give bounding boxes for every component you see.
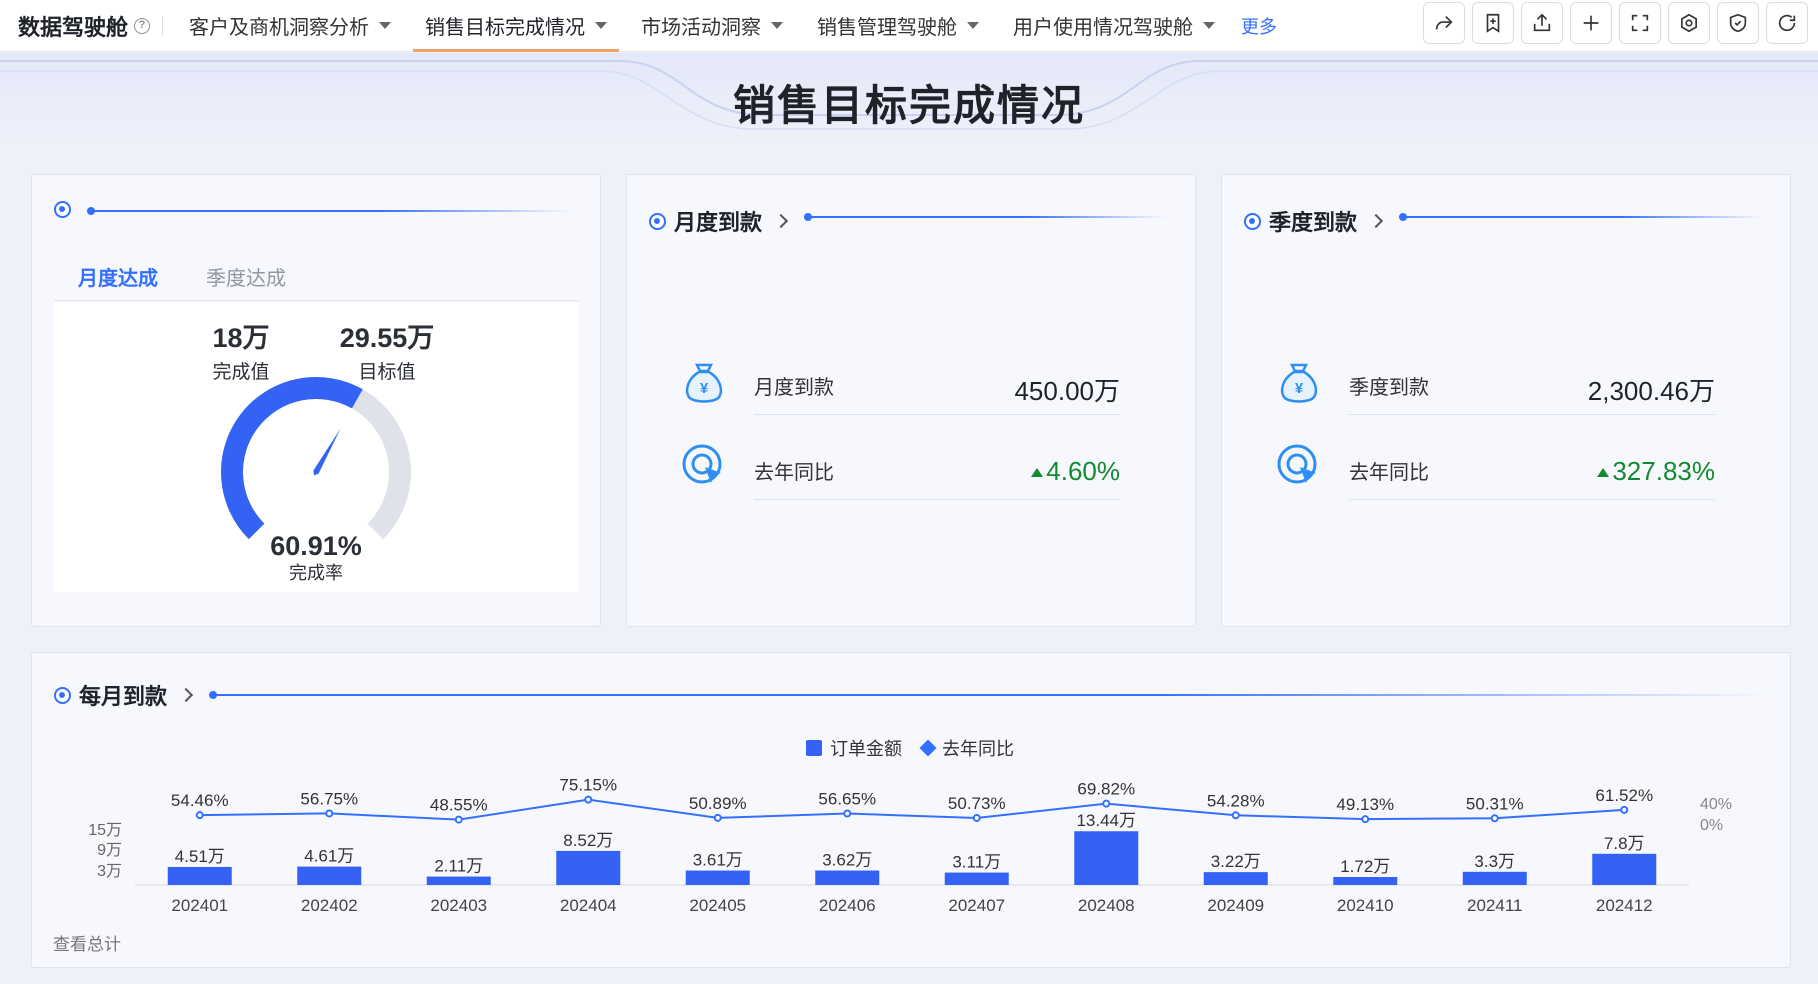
card-title: 季度到款 [1269, 210, 1358, 235]
brand: 数据驾驶舱 ? [0, 0, 151, 52]
arrow-up-icon [1031, 468, 1044, 477]
nav-more-link[interactable]: 更多 [1241, 13, 1277, 39]
card-header: 每月到款 [54, 679, 194, 711]
nav-tab-customer-insight[interactable]: 客户及商机洞察分析 [177, 0, 403, 52]
card-title: 每月到款 [79, 684, 168, 709]
nav-tab-user-usage[interactable]: 用户使用情况驾驶舱 [1001, 0, 1227, 52]
settings-icon[interactable] [1668, 2, 1710, 44]
target-icon [54, 201, 71, 218]
monthly-chart-card: 每月到款 订单金额 去年同比 [31, 652, 1791, 968]
nav-tab-marketing-insight[interactable]: 市场活动洞察 [629, 0, 795, 52]
caret-down-icon [379, 22, 392, 29]
caret-down-icon [967, 22, 980, 29]
target-icon [54, 686, 71, 704]
nav-tab-label: 销售管理驾驶舱 [817, 17, 958, 39]
card-header: 季度到款 [1244, 205, 1384, 237]
monthly-yoy-label: 去年同比 [754, 462, 834, 484]
refresh-icon[interactable] [1766, 2, 1808, 44]
gauge-area: 18万 完成值 29.55万 目标值 60.91% 完成率 [54, 302, 579, 592]
metric-divider [1349, 499, 1715, 500]
completion-rate-label: 完成率 [289, 563, 343, 583]
card-header: 月度到款 [649, 205, 789, 237]
legend-line-label[interactable]: 去年同比 [942, 735, 1014, 761]
legend-bar-swatch [806, 740, 822, 756]
quarterly-payment-card: 季度到款 ¥ 季度到款 2,300.46万 去年同比 327.83% [1221, 174, 1791, 627]
target-icon [1244, 212, 1261, 230]
monthly-yoy-number: 4.60% [1046, 456, 1120, 486]
header-line [804, 213, 1167, 221]
quarterly-amount-label: 季度到款 [1349, 377, 1429, 399]
quarterly-amount-value: 2,300.46万 [1587, 376, 1715, 406]
add-icon[interactable] [1570, 2, 1612, 44]
monthly-yoy-value: 4.60% [927, 456, 1120, 487]
gauge-needle [313, 428, 341, 476]
bookmark-icon[interactable] [1472, 2, 1514, 44]
chevron-right-icon[interactable] [773, 213, 789, 229]
toolbar [1423, 2, 1808, 44]
caret-down-icon [771, 22, 784, 29]
monthly-payment-card: 月度到款 ¥ 月度到款 450.00万 去年同比 4.60% [626, 174, 1196, 627]
legend-line-swatch [919, 739, 937, 757]
fullscreen-icon[interactable] [1619, 2, 1661, 44]
nav-divider [162, 15, 164, 36]
nav-tab-sales-cockpit[interactable]: 销售管理驾驶舱 [805, 0, 991, 52]
target-cursor-icon [1277, 444, 1317, 484]
money-bag-icon: ¥ [1280, 363, 1318, 403]
export-icon[interactable] [1521, 2, 1563, 44]
nav-tab-label: 用户使用情况驾驶舱 [1013, 17, 1194, 39]
target-icon [649, 212, 666, 230]
chevron-right-icon[interactable] [178, 687, 194, 703]
target-cursor-icon [682, 444, 722, 484]
header-line [87, 207, 570, 215]
arrow-up-icon [1597, 468, 1610, 477]
chart-legend: 订单金额 去年同比 [806, 735, 1014, 761]
monthly-amount-value: 450.00万 [1014, 376, 1120, 406]
caret-down-icon [595, 22, 608, 29]
caret-down-icon [1203, 22, 1216, 29]
gauge-fill [221, 377, 363, 540]
completion-gauge: 60.91% 完成率 [221, 377, 411, 583]
card-title: 月度到款 [674, 210, 763, 235]
header-line [1399, 213, 1762, 221]
quarterly-yoy-label: 去年同比 [1349, 462, 1429, 484]
metric-divider [754, 499, 1120, 500]
view-total-link[interactable]: 查看总计 [53, 930, 121, 955]
achievement-card: 月度达成 季度达成 18万 完成值 29.55万 目标值 60.91% 完成率 [31, 174, 601, 627]
svg-text:¥: ¥ [700, 380, 709, 397]
nav-tab-label: 销售目标完成情况 [425, 17, 586, 39]
nav-tab-label: 客户及商机洞察分析 [189, 17, 370, 39]
card-header [54, 201, 71, 218]
share-icon[interactable] [1423, 2, 1465, 44]
brand-title: 数据驾驶舱 [18, 14, 129, 40]
metric-divider [754, 414, 1120, 415]
shield-icon[interactable] [1717, 2, 1759, 44]
top-nav: 数据驾驶舱 ? 客户及商机洞察分析 销售目标完成情况 市场活动洞察 销售管理驾驶… [0, 0, 1818, 52]
chevron-right-icon[interactable] [1368, 213, 1384, 229]
completion-rate: 60.91% [270, 531, 362, 561]
nav-tab-label: 市场活动洞察 [641, 17, 762, 39]
tab-monthly[interactable]: 月度达成 [54, 257, 182, 300]
svg-text:¥: ¥ [1295, 380, 1304, 397]
help-icon[interactable]: ? [134, 17, 151, 34]
legend-bar-label[interactable]: 订单金额 [830, 735, 902, 761]
quarterly-yoy-value: 327.83% [1502, 456, 1715, 487]
money-bag-icon: ¥ [685, 363, 723, 403]
metric-divider [1349, 414, 1715, 415]
achievement-tabs: 月度达成 季度达成 [54, 257, 579, 301]
quarterly-yoy-number: 327.83% [1612, 456, 1715, 486]
tab-quarterly[interactable]: 季度达成 [182, 257, 310, 300]
page-title: 销售目标完成情况 [732, 82, 1085, 129]
monthly-amount-label: 月度到款 [754, 377, 834, 399]
header-line [209, 691, 1772, 699]
nav-tab-sales-target[interactable]: 销售目标完成情况 [413, 0, 620, 52]
